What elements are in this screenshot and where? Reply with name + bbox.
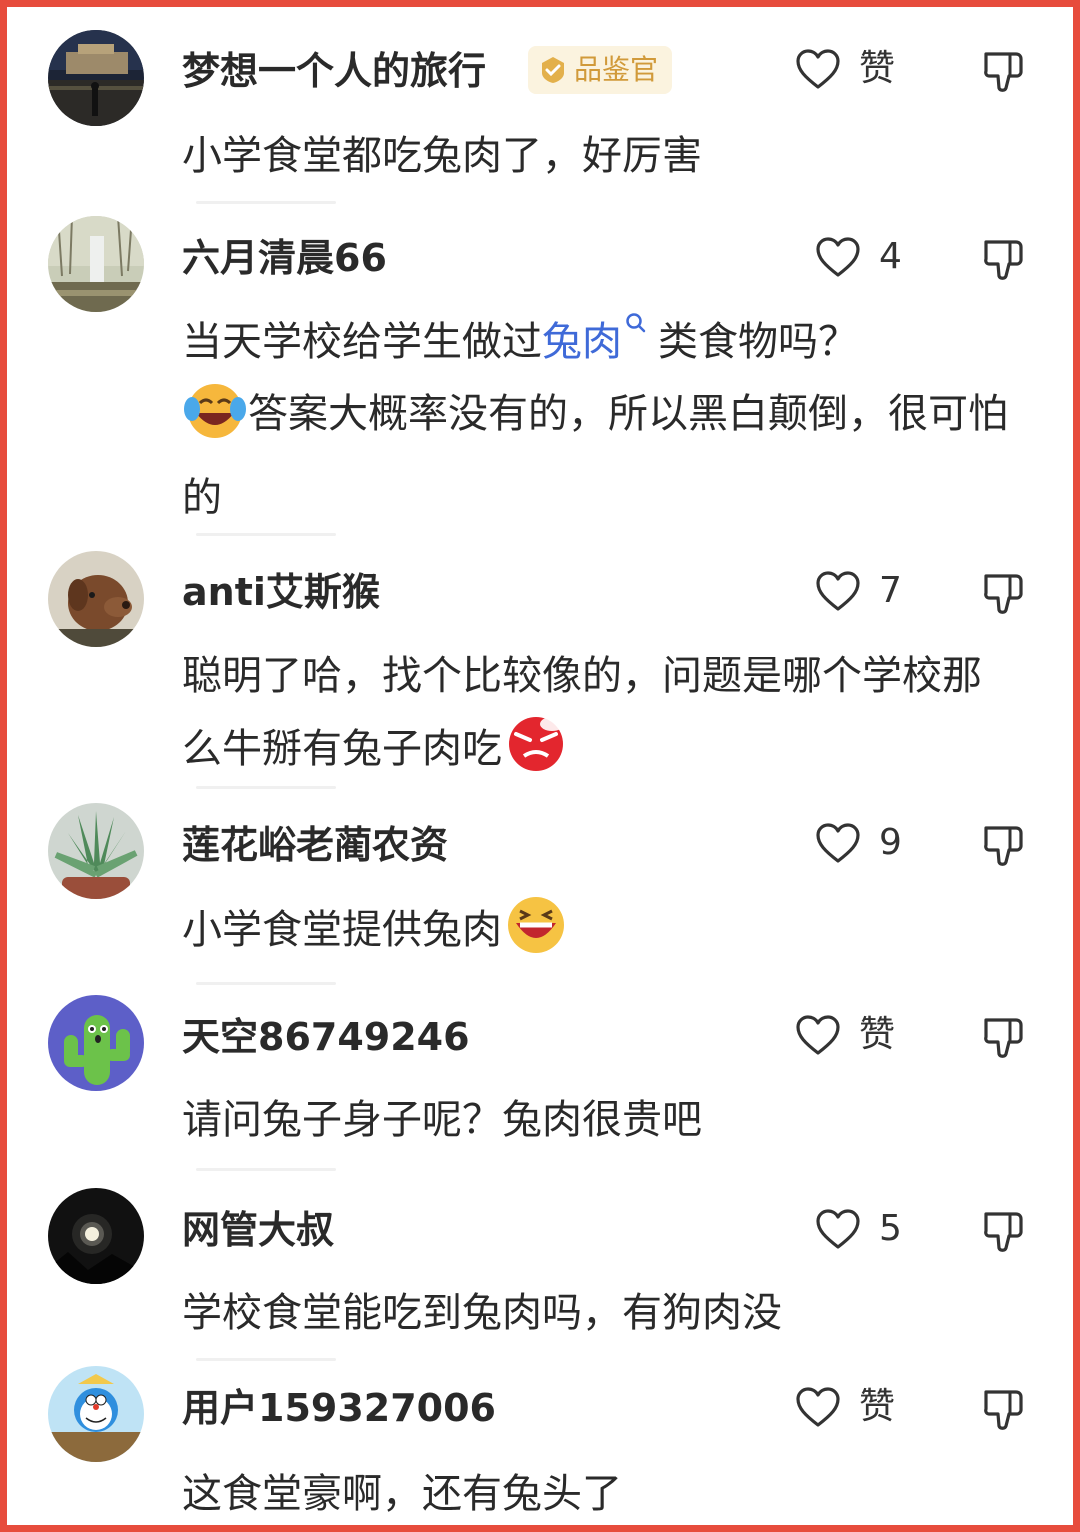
night-palace-photo-icon — [48, 30, 144, 126]
dog-photo-icon — [48, 551, 144, 647]
like-button[interactable]: 9 — [815, 822, 902, 864]
search-icon — [626, 313, 646, 333]
like-button[interactable]: 7 — [815, 570, 902, 612]
dislike-button[interactable] — [980, 48, 1026, 94]
like-button[interactable]: 4 — [815, 236, 902, 278]
verified-badge-icon — [542, 57, 564, 83]
heart-icon — [796, 49, 840, 89]
heart-icon — [796, 1387, 840, 1427]
dislike-button[interactable] — [980, 236, 1026, 282]
search-link[interactable]: 兔肉 — [542, 313, 648, 365]
dislike-button[interactable] — [980, 1386, 1026, 1432]
username[interactable]: 梦想一个人的旅行 — [182, 52, 486, 90]
avatar[interactable] — [48, 551, 144, 647]
search-link-label: 兔肉 — [542, 319, 622, 365]
like-count: 4 — [879, 236, 902, 277]
comment-text: 聪明了哈，找个比较像的，问题是哪个学校那么牛掰有兔子肉吃 — [182, 640, 1012, 797]
angry-emoji-icon — [502, 712, 570, 797]
divider — [196, 533, 336, 536]
username[interactable]: 莲花峪老蔺农资 — [182, 826, 448, 864]
avatar[interactable] — [48, 30, 144, 126]
like-button[interactable]: 赞 — [795, 48, 895, 90]
succulent-photo-icon — [48, 803, 144, 899]
comment-text: 请问兔子身子呢？兔肉很贵吧 — [182, 1097, 702, 1143]
like-count: 5 — [879, 1208, 902, 1249]
heart-icon — [796, 1015, 840, 1055]
comment-text: 当天学校给学生做过兔肉 类食物吗？ 答案大概率没有的，所以黑白颠倒，很可怕的 — [182, 306, 1012, 534]
moon-night-photo-icon — [48, 1188, 144, 1284]
username[interactable]: 用户159327006 — [182, 1389, 496, 1427]
title-badge: 品鉴官 — [528, 46, 673, 94]
text-segment: 小学食堂提供兔肉 — [182, 907, 502, 953]
divider — [196, 201, 336, 204]
text-segment: 当天学校给学生做过 — [182, 319, 542, 365]
avatar[interactable] — [48, 1188, 144, 1284]
comment-text: 小学食堂提供兔肉 — [182, 893, 1012, 978]
dislike-button[interactable] — [980, 1208, 1026, 1254]
snowy-waterfall-photo-icon — [48, 216, 144, 312]
like-count: 赞 — [859, 1386, 896, 1427]
dislike-button[interactable] — [980, 822, 1026, 868]
like-count: 赞 — [859, 48, 896, 89]
comment-text: 小学食堂都吃兔肉了，好厉害 — [182, 133, 702, 179]
like-count: 赞 — [859, 1014, 896, 1055]
badge-label: 品鉴官 — [574, 53, 659, 86]
avatar[interactable] — [48, 1366, 144, 1462]
dislike-button[interactable] — [980, 570, 1026, 616]
thumbs-down-icon — [984, 1390, 1023, 1430]
avatar[interactable] — [48, 995, 144, 1091]
divider — [196, 1358, 336, 1361]
divider — [196, 1168, 336, 1171]
avatar[interactable] — [48, 216, 144, 312]
like-count: 7 — [879, 570, 902, 611]
doraemon-cartoon-icon — [48, 1366, 144, 1462]
text-segment: 类食物吗？ — [658, 319, 858, 365]
username[interactable]: 网管大叔 — [182, 1211, 334, 1249]
grinning-emoji-icon — [502, 893, 570, 978]
like-count: 9 — [879, 822, 902, 863]
like-button[interactable]: 赞 — [795, 1014, 895, 1056]
username[interactable]: anti艾斯猴 — [182, 573, 380, 611]
like-button[interactable]: 5 — [815, 1208, 902, 1250]
username[interactable]: 天空86749246 — [182, 1018, 470, 1056]
comment-text: 这食堂豪啊，还有兔头了 — [182, 1471, 622, 1517]
heart-icon — [816, 237, 860, 277]
like-button[interactable]: 赞 — [795, 1386, 895, 1428]
thumbs-down-icon — [984, 1212, 1023, 1252]
username[interactable]: 六月清晨66 — [182, 239, 387, 277]
dislike-button[interactable] — [980, 1014, 1026, 1060]
text-segment: 聪明了哈，找个比较像的，问题是哪个学校那么牛掰有兔子肉吃 — [182, 653, 982, 772]
heart-icon — [816, 1209, 860, 1249]
thumbs-down-icon — [984, 574, 1023, 614]
cactus-cartoon-icon — [48, 995, 144, 1091]
thumbs-down-icon — [984, 52, 1023, 92]
text-segment: 答案大概率没有的，所以黑白颠倒，很可怕的 — [182, 391, 1008, 521]
thumbs-down-icon — [984, 1018, 1023, 1058]
heart-icon — [816, 571, 860, 611]
avatar[interactable] — [48, 803, 144, 899]
divider — [196, 786, 336, 789]
comment-text: 学校食堂能吃到兔肉吗，有狗肉没 — [182, 1290, 782, 1336]
divider — [196, 982, 336, 985]
thumbs-down-icon — [984, 826, 1023, 866]
heart-icon — [816, 823, 860, 863]
thumbs-down-icon — [984, 240, 1023, 280]
laughing-emoji-icon — [182, 379, 248, 462]
